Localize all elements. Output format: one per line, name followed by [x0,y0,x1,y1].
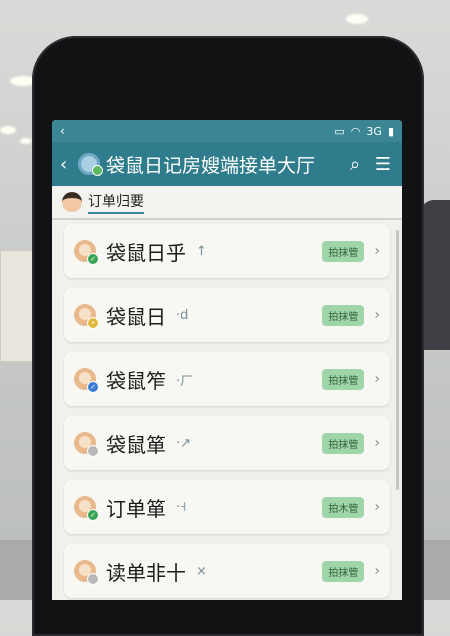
accept-order-button[interactable]: 拍木管 [322,496,365,518]
chevron-left-icon[interactable]: ‹ [60,154,72,175]
top-navigation-bar: ‹ 袋鼠日记房嫂端接单大厅 ⌕ ☰ [52,142,402,186]
section-header: 订单归要 [52,186,402,220]
message-icon: ▭ [334,124,345,138]
list-item[interactable]: ✓ 订单箪 ·˧ 拍木管 › [64,480,390,534]
order-mark: ↑ [196,243,207,259]
chevron-right-icon[interactable]: › [374,243,380,259]
wifi-icon: ◠ [350,124,361,138]
chevron-right-icon[interactable]: › [374,563,380,579]
avatar: ✓ [74,368,99,393]
background-ceiling-light [0,126,16,134]
order-mark: ·ㄏ [176,373,194,389]
order-mark: ·˧ [176,499,187,515]
list-item[interactable]: ✓ 袋鼠笮 ·ㄏ 拍抹管 › [64,352,390,406]
chevron-right-icon[interactable]: › [374,499,380,515]
avatar: ✓ [74,496,99,521]
avatar [62,192,82,212]
status-dot-icon: • [87,317,99,329]
status-check-icon: ✓ [87,509,99,521]
app-screen: ‹ ▭ ◠ 3G ▮ ‹ 袋鼠日记房嫂端接单大厅 ⌕ ☰ 订单归要 ✓ 袋鼠日乎… [52,120,402,600]
status-check-icon: ✓ [87,381,99,393]
order-name: 袋鼠日乎 [106,240,186,265]
section-title: 订单归要 [88,191,144,214]
order-name: 读单非十 [106,560,186,585]
back-caret-icon[interactable]: ‹ [60,124,65,138]
avatar: • [74,304,99,329]
accept-order-button[interactable]: 拍抹管 [322,560,365,582]
order-name: 袋鼠笮 [106,368,166,393]
background-ceiling-light [346,14,368,24]
background-person [420,200,450,350]
order-mark: ·↗ [176,435,192,451]
accept-order-button[interactable]: 拍抹管 [322,432,365,454]
order-name: 订单箪 [106,496,166,521]
order-mark: × [196,563,207,579]
status-check-icon: ✓ [87,253,99,265]
list-item[interactable]: 袋鼠箪 ·↗ 拍抹管 › [64,416,390,470]
avatar [74,432,99,457]
status-dot-icon [87,445,99,457]
order-name: 袋鼠日 [106,304,166,329]
battery-icon: ▮ [387,124,394,138]
status-dot-icon [87,573,99,585]
status-bar: ‹ ▭ ◠ 3G ▮ [52,120,402,142]
page-title: 袋鼠日记房嫂端接单大厅 [106,154,316,177]
background-ceiling-light [20,138,32,144]
chevron-right-icon[interactable]: › [374,307,380,323]
order-mark: ·d [176,307,189,323]
chevron-right-icon[interactable]: › [374,371,380,387]
order-list: ✓ 袋鼠日乎 ↑ 拍抹管 › • 袋鼠日 ·d 拍抹管 › ✓ 袋鼠笮 ·ㄏ 拍… [52,220,402,598]
hamburger-menu-icon[interactable]: ☰ [372,154,394,175]
status-icons: ▭ ◠ 3G ▮ [334,125,394,138]
accept-order-button[interactable]: 拍抹管 [322,368,365,390]
signal-text: 3G [366,124,382,138]
scrollbar[interactable] [396,230,399,490]
order-name: 袋鼠箪 [106,432,166,457]
list-item[interactable]: • 袋鼠日 ·d 拍抹管 › [64,288,390,342]
list-item[interactable]: ✓ 袋鼠日乎 ↑ 拍抹管 › [64,224,390,278]
accept-order-button[interactable]: 拍抹管 [322,304,365,326]
search-icon[interactable]: ⌕ [344,154,366,175]
chevron-right-icon[interactable]: › [374,435,380,451]
accept-order-button[interactable]: 拍抹管 [322,240,365,262]
avatar: ✓ [74,240,99,265]
list-item[interactable]: 读单非十 × 拍抹管 › [64,544,390,598]
app-logo-icon [78,153,103,176]
avatar [74,560,99,585]
